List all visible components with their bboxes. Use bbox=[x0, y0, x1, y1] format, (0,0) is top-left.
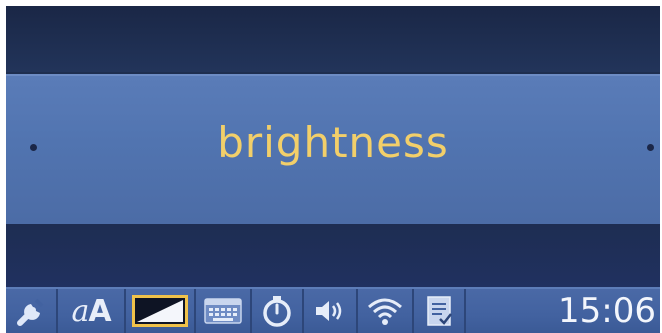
keyboard-icon bbox=[203, 296, 243, 326]
font-size-tab[interactable]: aA bbox=[58, 289, 126, 333]
clock-display: 15:06 bbox=[558, 291, 656, 331]
brightness-icon bbox=[132, 295, 188, 327]
brightness-tab[interactable] bbox=[126, 289, 196, 333]
device-screen: brightness aA 15:06 bbox=[6, 6, 660, 333]
keyboard-tab[interactable] bbox=[196, 289, 252, 333]
wrench-icon bbox=[14, 294, 48, 328]
menu-previous-slot bbox=[6, 6, 660, 72]
settings-tab[interactable] bbox=[6, 289, 58, 333]
timer-icon bbox=[261, 294, 293, 328]
font-size-icon: aA bbox=[71, 293, 111, 329]
menu-highlight-band[interactable]: brightness bbox=[6, 74, 660, 226]
menu-item-label: brightness bbox=[217, 118, 449, 167]
status-bar: aA 15:06 bbox=[6, 287, 660, 333]
volume-icon bbox=[313, 297, 347, 325]
document-icon bbox=[424, 294, 454, 328]
volume-tab[interactable] bbox=[304, 289, 358, 333]
timer-tab[interactable] bbox=[252, 289, 304, 333]
wifi-tab[interactable] bbox=[358, 289, 414, 333]
document-tab[interactable] bbox=[414, 289, 466, 333]
menu-next-slot bbox=[6, 224, 660, 288]
wifi-icon bbox=[365, 295, 405, 327]
